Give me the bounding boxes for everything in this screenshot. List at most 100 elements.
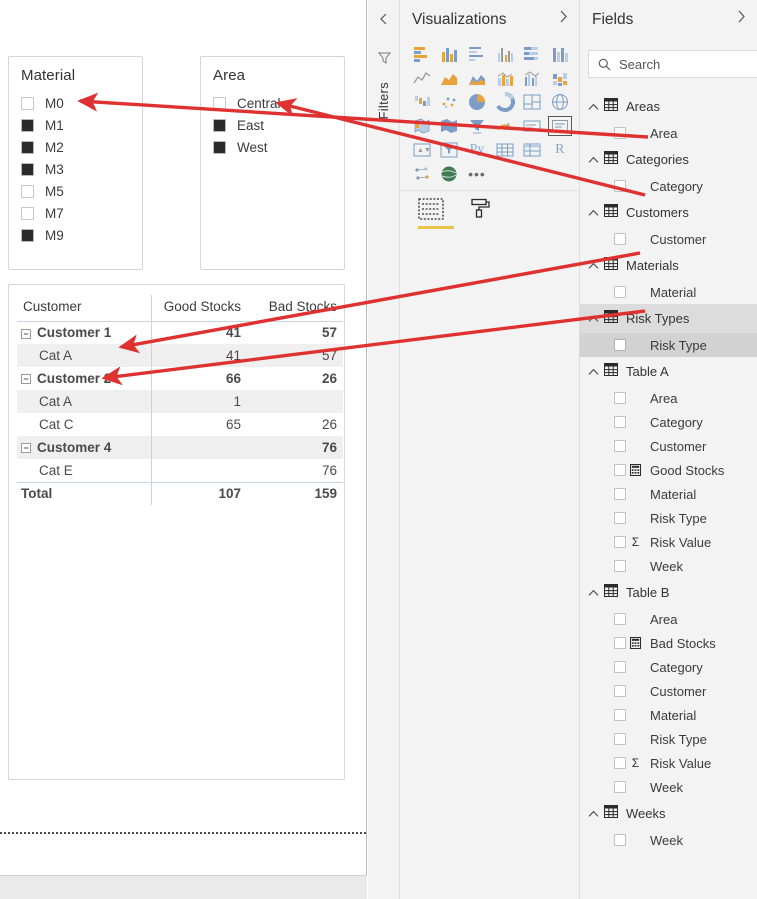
funnel-icon[interactable] (463, 114, 491, 138)
slicer-item-east[interactable]: East (213, 115, 338, 135)
row-collapse-icon[interactable]: − (21, 443, 31, 454)
filters-pane-collapsed[interactable]: Filters (368, 0, 400, 899)
chevron-right-icon[interactable] (557, 10, 569, 26)
chevron-up-icon[interactable] (586, 153, 600, 167)
multi-row-card-icon[interactable] (546, 114, 574, 138)
field-checkbox[interactable] (614, 637, 626, 649)
chevron-up-icon[interactable] (586, 312, 600, 326)
filled-map-icon[interactable] (408, 114, 436, 138)
fields-group-materials[interactable]: Materials (580, 251, 757, 280)
field-item-category[interactable]: Category (580, 655, 757, 679)
checkbox-icon[interactable] (213, 140, 226, 154)
field-checkbox[interactable] (614, 127, 626, 139)
matrix-row-label[interactable]: Cat E (17, 459, 151, 482)
matrix-row[interactable]: Cat A 1 (17, 390, 343, 413)
fields-tree[interactable]: Areas Area Categories Category Customers Cust… (580, 92, 757, 852)
field-item-risk-type[interactable]: Risk Type (580, 333, 757, 357)
slicer-item-m0[interactable]: M0 (21, 93, 136, 113)
field-checkbox[interactable] (614, 339, 626, 351)
Py-icon[interactable]: Py (463, 138, 491, 162)
matrix-row-label[interactable]: − Customer 2 (17, 367, 151, 390)
fields-group-areas[interactable]: Areas (580, 92, 757, 121)
treemap-icon[interactable] (518, 90, 546, 114)
checkbox-icon[interactable] (213, 118, 226, 132)
matrix-column-header[interactable]: Customer (17, 295, 151, 322)
row-collapse-icon[interactable]: − (21, 328, 31, 339)
fields-group-weeks[interactable]: Weeks (580, 799, 757, 828)
fields-group-table-b[interactable]: Table B (580, 578, 757, 607)
field-checkbox[interactable] (614, 661, 626, 673)
chevron-up-icon[interactable] (586, 586, 600, 600)
checkbox-icon[interactable] (21, 140, 34, 154)
field-item-area[interactable]: Area (580, 386, 757, 410)
clustered-column-chart-icon[interactable] (491, 42, 519, 66)
matrix-row-label[interactable]: Cat A (17, 390, 151, 413)
field-item-bad-stocks[interactable]: Bad Stocks (580, 631, 757, 655)
checkbox-icon[interactable] (21, 96, 34, 110)
matrix-visual[interactable]: Customer Good Stocks Bad Stocks − Customer … (8, 284, 345, 780)
area-chart-icon[interactable] (436, 66, 464, 90)
field-checkbox[interactable] (614, 834, 626, 846)
field-item-customer[interactable]: Customer (580, 227, 757, 251)
line-clustered-column-chart-icon[interactable] (518, 66, 546, 90)
field-checkbox[interactable] (614, 733, 626, 745)
chevron-up-icon[interactable] (586, 206, 600, 220)
matrix-row[interactable]: − Customer 2 66 26 (17, 367, 343, 390)
matrix-row[interactable]: Cat E 76 (17, 459, 343, 482)
checkbox-icon[interactable] (21, 228, 34, 242)
line-stacked-column-chart-icon[interactable] (491, 66, 519, 90)
fields-group-risk-types[interactable]: Risk Types (580, 304, 757, 333)
more-visuals-icon[interactable]: ••• (463, 162, 491, 186)
gauge-icon[interactable] (491, 114, 519, 138)
matrix-row[interactable]: − Customer 1 41 57 (17, 321, 343, 344)
arcgis-map-icon[interactable] (436, 162, 464, 186)
field-checkbox[interactable] (614, 560, 626, 572)
slicer-item-m3[interactable]: M3 (21, 159, 136, 179)
slicer-item-central[interactable]: Central (213, 93, 338, 113)
slicer-item-m7[interactable]: M7 (21, 203, 136, 223)
100-stacked-bar-chart-icon[interactable] (518, 42, 546, 66)
field-checkbox[interactable] (614, 286, 626, 298)
shape-map-icon[interactable] (436, 114, 464, 138)
field-item-material[interactable]: Material (580, 280, 757, 304)
card-icon[interactable] (518, 114, 546, 138)
field-item-area[interactable]: Area (580, 121, 757, 145)
matrix-row-label[interactable]: − Customer 4 (17, 436, 151, 459)
fields-well-tab-icon[interactable] (418, 198, 454, 229)
chevron-up-icon[interactable] (586, 100, 600, 114)
matrix-row-label[interactable]: Cat A (17, 344, 151, 367)
fields-group-customers[interactable]: Customers (580, 198, 757, 227)
field-item-customer[interactable]: Customer (580, 434, 757, 458)
field-checkbox[interactable] (614, 233, 626, 245)
matrix-column-header[interactable]: Good Stocks (150, 295, 247, 322)
matrix-row[interactable]: Cat A 41 57 (17, 344, 343, 367)
field-item-customer[interactable]: Customer (580, 679, 757, 703)
field-checkbox[interactable] (614, 781, 626, 793)
row-collapse-icon[interactable]: − (21, 374, 31, 385)
map-icon[interactable] (546, 90, 574, 114)
table-icon[interactable] (491, 138, 519, 162)
visualization-type-grid[interactable]: ▲▼ Py R ••• (408, 42, 574, 186)
format-paint-roller-tab-icon[interactable] (468, 197, 492, 226)
donut-chart-icon[interactable] (491, 90, 519, 114)
slicer-item-west[interactable]: West (213, 137, 338, 157)
matrix-icon[interactable] (518, 138, 546, 162)
field-item-area[interactable]: Area (580, 607, 757, 631)
field-well-tabs[interactable] (414, 198, 564, 232)
matrix-row[interactable]: Cat C 65 26 (17, 413, 343, 436)
field-item-good-stocks[interactable]: Good Stocks (580, 458, 757, 482)
kpi-icon[interactable]: ▲▼ (408, 138, 436, 162)
field-item-material[interactable]: Material (580, 482, 757, 506)
field-item-week[interactable]: Week (580, 554, 757, 578)
waterfall-chart-icon[interactable] (408, 90, 436, 114)
field-checkbox[interactable] (614, 757, 626, 769)
checkbox-icon[interactable] (21, 118, 34, 132)
field-checkbox[interactable] (614, 709, 626, 721)
field-item-material[interactable]: Material (580, 703, 757, 727)
field-item-risk-type[interactable]: Risk Type (580, 506, 757, 530)
pie-chart-icon[interactable] (463, 90, 491, 114)
matrix-row-label[interactable]: − Customer 1 (17, 321, 151, 344)
fields-group-categories[interactable]: Categories (580, 145, 757, 174)
ribbon-chart-icon[interactable] (546, 66, 574, 90)
checkbox-icon[interactable] (21, 206, 34, 220)
